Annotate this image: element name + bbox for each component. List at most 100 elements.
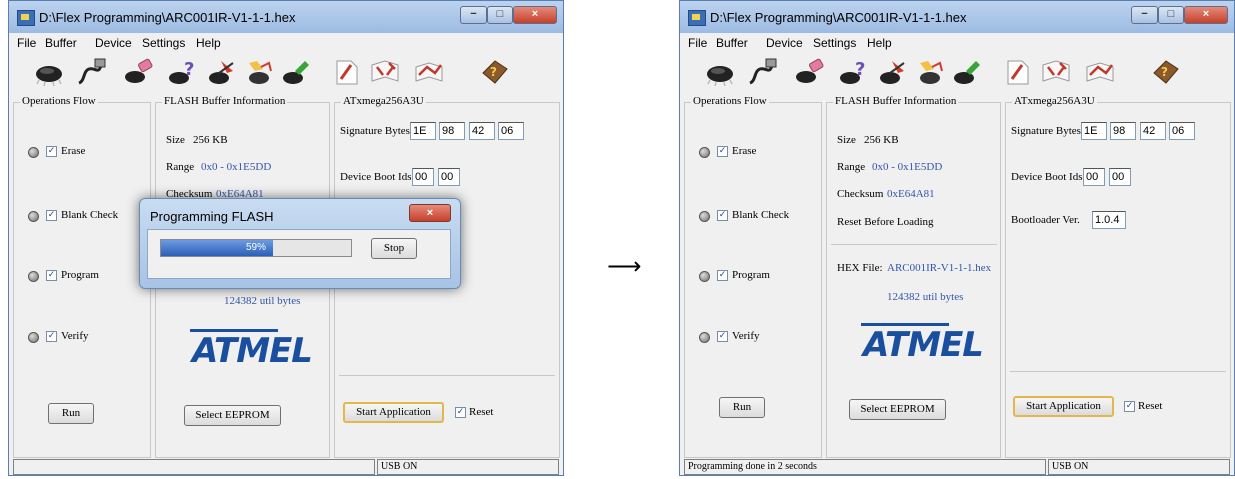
help-book-icon[interactable]: ? bbox=[479, 57, 511, 87]
auto-program-icon[interactable] bbox=[952, 57, 984, 87]
write-book-icon[interactable] bbox=[1084, 57, 1116, 87]
help-book-icon[interactable]: ? bbox=[1150, 57, 1182, 87]
flash-buffer-label: FLASH Buffer Information bbox=[833, 95, 959, 107]
size-label: Size bbox=[837, 134, 856, 146]
chip-icon[interactable] bbox=[704, 57, 736, 87]
maximize-button[interactable]: □ bbox=[487, 6, 513, 24]
signature-byte-field[interactable]: 98 bbox=[439, 122, 465, 140]
checkbox-blank-check[interactable]: ✓ bbox=[46, 210, 57, 221]
select-eeprom-button[interactable]: Select EEPROM bbox=[849, 399, 946, 420]
checkbox-verify[interactable]: ✓ bbox=[717, 331, 728, 342]
minimize-button[interactable]: − bbox=[1131, 6, 1158, 24]
read-book-icon[interactable] bbox=[1040, 57, 1072, 87]
title-bar[interactable]: D:\Flex Programming\ARC001IR-V1-1-1.hex −… bbox=[9, 1, 563, 33]
erase-chip-icon[interactable] bbox=[123, 57, 155, 87]
status-led bbox=[699, 271, 710, 282]
reset-checkbox[interactable]: ✓ bbox=[455, 407, 466, 418]
signature-byte-field[interactable]: 42 bbox=[1140, 122, 1166, 140]
minimize-button[interactable]: − bbox=[460, 6, 487, 24]
blank-check-icon[interactable]: ? bbox=[838, 57, 870, 87]
start-application-button[interactable]: Start Application bbox=[1013, 396, 1114, 417]
checkbox-erase[interactable]: ✓ bbox=[46, 146, 57, 157]
device-label: ATxmega256A3U bbox=[1012, 95, 1097, 107]
menu-settings[interactable]: Settings bbox=[142, 36, 185, 50]
menu-buffer[interactable]: Buffer bbox=[45, 36, 77, 50]
close-button[interactable]: × bbox=[513, 6, 557, 24]
util-bytes: 124382 util bytes bbox=[224, 295, 301, 307]
menu-help[interactable]: Help bbox=[196, 36, 221, 50]
select-eeprom-button[interactable]: Select EEPROM bbox=[184, 405, 281, 426]
menu-help[interactable]: Help bbox=[867, 36, 892, 50]
status-led bbox=[28, 147, 39, 158]
signature-byte-field[interactable]: 06 bbox=[498, 122, 524, 140]
status-message bbox=[13, 459, 375, 475]
checkbox-program[interactable]: ✓ bbox=[46, 270, 57, 281]
hex-file-label: HEX File: bbox=[837, 262, 883, 274]
dialog-title: Programming FLASH bbox=[150, 209, 274, 224]
program-chip-icon[interactable] bbox=[207, 57, 239, 87]
maximize-button[interactable]: □ bbox=[1158, 6, 1184, 24]
run-button[interactable]: Run bbox=[719, 397, 765, 418]
signature-byte-field[interactable]: 1E bbox=[1081, 122, 1107, 140]
size-value: 256 KB bbox=[193, 134, 228, 146]
open-file-icon[interactable] bbox=[1002, 57, 1034, 87]
boot-id-field[interactable]: 00 bbox=[438, 168, 460, 186]
program-chip-icon[interactable] bbox=[878, 57, 910, 87]
menu-buffer[interactable]: Buffer bbox=[716, 36, 748, 50]
menu-file[interactable]: File bbox=[17, 36, 36, 50]
status-led bbox=[699, 332, 710, 343]
signature-byte-field[interactable]: 1E bbox=[410, 122, 436, 140]
open-file-icon[interactable] bbox=[331, 57, 363, 87]
operation-label: Program bbox=[61, 269, 99, 281]
flash-buffer-label: FLASH Buffer Information bbox=[162, 95, 288, 107]
boot-id-field[interactable]: 00 bbox=[1083, 168, 1105, 186]
signature-byte-field[interactable]: 98 bbox=[1110, 122, 1136, 140]
write-book-icon[interactable] bbox=[413, 57, 445, 87]
status-led bbox=[28, 211, 39, 222]
bootloader-version-field[interactable]: 1.0.4 bbox=[1092, 211, 1126, 229]
checkbox-blank-check[interactable]: ✓ bbox=[717, 210, 728, 221]
signature-byte-field[interactable]: 42 bbox=[469, 122, 495, 140]
toolbar: ?? bbox=[13, 53, 559, 93]
verify-chip-icon[interactable] bbox=[916, 57, 948, 87]
run-button[interactable]: Run bbox=[48, 403, 94, 424]
blank-check-icon[interactable]: ? bbox=[167, 57, 199, 87]
usb-cable-icon[interactable] bbox=[75, 57, 107, 87]
stop-button[interactable]: Stop bbox=[371, 238, 417, 259]
title-bar[interactable]: D:\Flex Programming\ARC001IR-V1-1-1.hex −… bbox=[680, 1, 1234, 33]
operations-flow-label: Operations Flow bbox=[691, 95, 769, 107]
dialog-close-button[interactable]: × bbox=[409, 204, 451, 222]
erase-chip-icon[interactable] bbox=[794, 57, 826, 87]
menu-device[interactable]: Device bbox=[766, 36, 803, 50]
range-value: 0x0 - 0x1E5DD bbox=[872, 161, 943, 173]
atmel-logo: ATMEL bbox=[863, 325, 984, 365]
menu-file[interactable]: File bbox=[688, 36, 707, 50]
verify-chip-icon[interactable] bbox=[245, 57, 277, 87]
checksum-label: Checksum bbox=[837, 188, 884, 200]
operation-label: Erase bbox=[61, 145, 86, 157]
checkbox-verify[interactable]: ✓ bbox=[46, 331, 57, 342]
status-bar: USB ON bbox=[13, 459, 559, 475]
util-bytes: 124382 util bytes bbox=[887, 291, 964, 303]
read-book-icon[interactable] bbox=[369, 57, 401, 87]
usb-status: USB ON bbox=[377, 459, 559, 475]
menu-settings[interactable]: Settings bbox=[813, 36, 856, 50]
divider bbox=[1010, 371, 1226, 372]
range-value: 0x0 - 0x1E5DD bbox=[201, 161, 272, 173]
close-button[interactable]: × bbox=[1184, 6, 1228, 24]
chip-icon[interactable] bbox=[33, 57, 65, 87]
window-title: D:\Flex Programming\ARC001IR-V1-1-1.hex bbox=[39, 10, 296, 25]
checkbox-erase[interactable]: ✓ bbox=[717, 146, 728, 157]
auto-program-icon[interactable] bbox=[281, 57, 313, 87]
menu-bar: File Buffer Device Settings Help bbox=[684, 33, 1230, 53]
boot-id-field[interactable]: 00 bbox=[1109, 168, 1131, 186]
signature-byte-field[interactable]: 06 bbox=[1169, 122, 1195, 140]
range-label: Range bbox=[166, 161, 195, 173]
menu-device[interactable]: Device bbox=[95, 36, 132, 50]
checkbox-program[interactable]: ✓ bbox=[717, 270, 728, 281]
usb-cable-icon[interactable] bbox=[746, 57, 778, 87]
size-label: Size bbox=[166, 134, 185, 146]
start-application-button[interactable]: Start Application bbox=[343, 402, 444, 423]
reset-checkbox[interactable]: ✓ bbox=[1124, 401, 1135, 412]
boot-id-field[interactable]: 00 bbox=[412, 168, 434, 186]
